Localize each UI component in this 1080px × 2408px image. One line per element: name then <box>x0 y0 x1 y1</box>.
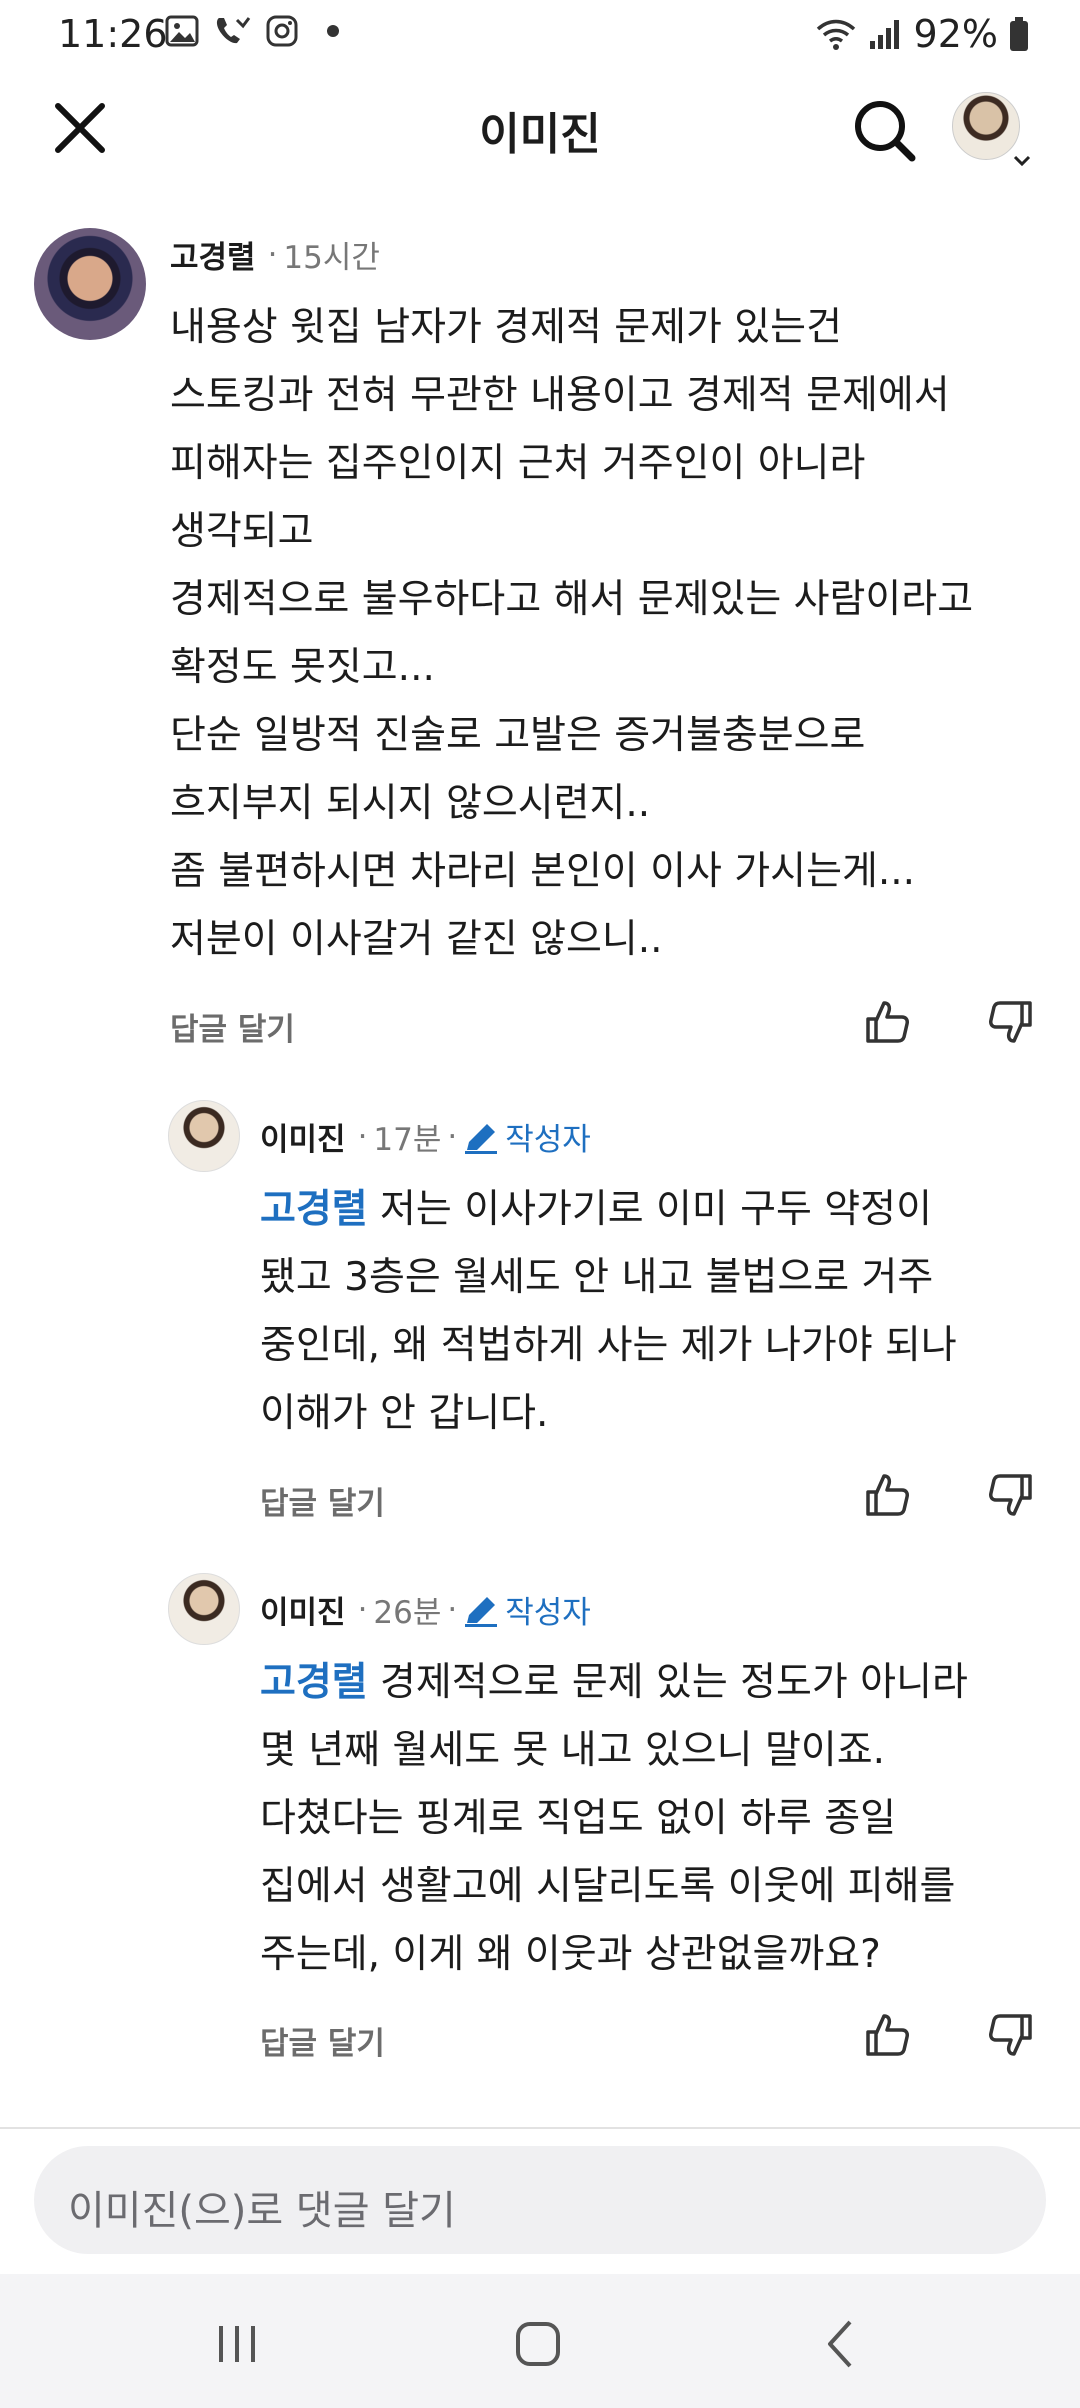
comment-body: 고경렬 저는 이사가기로 이미 구두 약정이 됐고 3층은 월세도 안 내고 불… <box>260 1176 1050 1448</box>
meta-separator: · <box>447 1118 458 1155</box>
downvote-button[interactable] <box>986 997 1036 1047</box>
instagram-icon <box>266 15 298 47</box>
dot-icon <box>327 25 339 37</box>
thumbs-up-icon <box>866 2014 909 2056</box>
status-bar: 11:26 92% <box>0 0 1080 76</box>
comment-line: 저분이 이사갈거 같진 않으니.. <box>170 917 663 962</box>
avatar[interactable] <box>168 1573 240 1645</box>
downvote-button[interactable] <box>986 1470 1036 1520</box>
comment-line: 다쳤다는 핑계로 직업도 없이 하루 종일 <box>260 1796 897 1841</box>
op-badge: 작성자 <box>463 1114 591 1159</box>
comment-meta: 이미진 · 26분 · 작성자 <box>260 1587 591 1632</box>
thumbs-up-icon <box>866 1474 909 1516</box>
comment-line: 몇 년째 월세도 못 내고 있으니 말이죠. <box>260 1728 885 1773</box>
reply-button[interactable]: 답글 달기 <box>260 2018 385 2063</box>
recent-apps-icon <box>219 2326 255 2362</box>
upvote-button[interactable] <box>862 997 912 1047</box>
avatar[interactable] <box>168 1100 240 1172</box>
pencil-icon <box>465 1123 498 1154</box>
comment-line: 중인데, 왜 적법하게 사는 제가 나가야 되나 <box>260 1323 957 1368</box>
user-mention[interactable]: 고경렬 <box>260 1187 368 1232</box>
comment-input-placeholder: 이미진(으)로 댓글 달기 <box>68 2188 456 2234</box>
comment-text: 경제적으로 문제 있는 정도가 아니라 <box>367 1660 968 1705</box>
op-label: 작성자 <box>505 1122 591 1158</box>
comment-line: 내용상 윗집 남자가 경제적 문제가 있는건 <box>170 305 842 350</box>
comment-line: 고경렬 저는 이사가기로 이미 구두 약정이 <box>260 1176 1050 1244</box>
thumbs-down-icon <box>989 1001 1032 1043</box>
account-menu-button[interactable] <box>952 92 1032 172</box>
home-button[interactable] <box>508 2314 568 2374</box>
comment-author[interactable]: 이미진 <box>260 1114 346 1159</box>
upvote-button[interactable] <box>862 1470 912 1520</box>
back-icon <box>828 2320 852 2368</box>
comment-meta: 고경렬 · 15시간 <box>170 232 380 277</box>
comment-line: 좀 불편하시면 차라리 본인이 이사 가시는게... <box>170 849 916 894</box>
comment-author[interactable]: 고경렬 <box>170 232 256 277</box>
status-notification-icons <box>165 14 339 48</box>
user-mention[interactable]: 고경렬 <box>260 1660 368 1705</box>
thumbs-down-icon <box>989 1474 1032 1516</box>
meta-separator: · <box>357 1591 368 1628</box>
chevron-down-icon <box>1013 155 1031 167</box>
gallery-icon <box>165 15 199 47</box>
status-time: 11:26 <box>58 12 168 56</box>
downvote-button[interactable] <box>986 2010 1036 2060</box>
comment-body: 내용상 윗집 남자가 경제적 문제가 있는건 스토킹과 전혀 무관한 내용이고 … <box>170 294 1050 974</box>
comment-input[interactable]: 이미진(으)로 댓글 달기 <box>34 2146 1046 2254</box>
op-badge: 작성자 <box>463 1587 591 1632</box>
upvote-button[interactable] <box>862 2010 912 2060</box>
comment-line: 흐지부지 되시지 않으시련지.. <box>170 781 651 826</box>
comment-line: 경제적으로 불우하다고 해서 문제있는 사람이라고 <box>170 577 974 622</box>
comment-line: 이해가 안 갑니다. <box>260 1391 549 1436</box>
battery-percent: 92% <box>913 12 998 56</box>
comment-line: 스토킹과 전혀 무관한 내용이고 경제적 문제에서 <box>170 373 950 418</box>
comment-line: 집에서 생활고에 시달리도록 이웃에 피해를 <box>260 1864 956 1909</box>
meta-separator: · <box>357 1118 368 1155</box>
comment-line: 피해자는 집주인이지 근처 거주인이 아니라 <box>170 441 866 486</box>
comment-line: 단순 일방적 진술로 고발은 증거불충분으로 <box>170 713 866 758</box>
comment-line: 됐고 3층은 월세도 안 내고 불법으로 거주 <box>260 1255 934 1300</box>
search-button[interactable] <box>850 96 920 166</box>
wifi-icon <box>816 19 855 50</box>
comment-line: 생각되고 <box>170 509 314 554</box>
comment-body: 고경렬 경제적으로 문제 있는 정도가 아니라 몇 년째 월세도 못 내고 있으… <box>260 1649 1050 1989</box>
battery-icon <box>1010 17 1028 51</box>
thumbs-down-icon <box>989 2014 1032 2056</box>
status-system-icons: 92% <box>814 12 1030 56</box>
op-label: 작성자 <box>505 1595 591 1631</box>
comment-time: 15시간 <box>283 240 380 276</box>
system-nav-bar <box>0 2274 1080 2408</box>
back-button[interactable] <box>812 2314 872 2374</box>
meta-separator: · <box>447 1591 458 1628</box>
top-app-bar: 이미진 <box>0 76 1080 180</box>
comment-line: 확정도 못짓고... <box>170 645 435 690</box>
missed-call-icon <box>216 17 251 44</box>
pencil-icon <box>465 1596 498 1627</box>
thumbs-up-icon <box>866 1001 909 1043</box>
meta-separator: · <box>267 236 278 273</box>
reply-button[interactable]: 답글 달기 <box>170 1004 295 1049</box>
comment-line: 고경렬 경제적으로 문제 있는 정도가 아니라 <box>260 1649 1050 1717</box>
signal-icon <box>869 20 899 49</box>
comment-line: 주는데, 이게 왜 이웃과 상관없을까요? <box>260 1932 881 1977</box>
comment-time: 17분 <box>373 1122 442 1158</box>
search-icon <box>855 101 916 162</box>
reply-button[interactable]: 답글 달기 <box>260 1478 385 1523</box>
comment-meta: 이미진 · 17분 · 작성자 <box>260 1114 591 1159</box>
comment-text: 저는 이사가기로 이미 구두 약정이 <box>367 1187 932 1232</box>
composer-divider <box>0 2127 1080 2129</box>
home-icon <box>516 2322 560 2366</box>
account-avatar <box>952 92 1020 160</box>
recent-apps-button[interactable] <box>207 2314 267 2374</box>
comment-author[interactable]: 이미진 <box>260 1587 346 1632</box>
avatar[interactable] <box>34 228 146 340</box>
comment-time: 26분 <box>373 1595 442 1631</box>
